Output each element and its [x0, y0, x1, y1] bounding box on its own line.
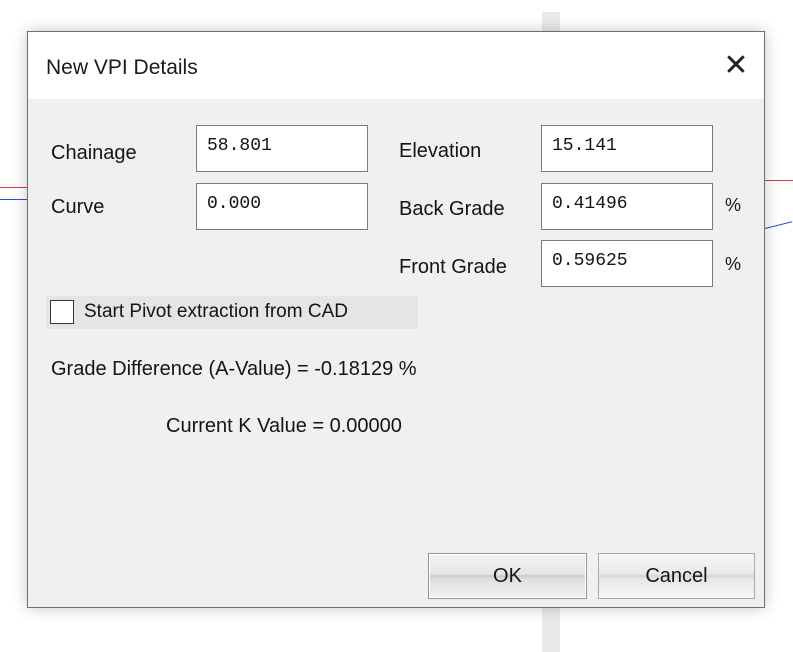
front-grade-field[interactable]: 0.59625 [541, 240, 713, 287]
back-grade-unit: % [725, 195, 742, 215]
dialog-title: New VPI Details [46, 56, 198, 79]
close-icon[interactable]: ✕ [718, 48, 754, 84]
new-vpi-dialog: New VPI Details ✕ Chainage 58.801 Curve … [27, 31, 765, 608]
chainage-field[interactable]: 58.801 [196, 125, 368, 172]
canvas-blue-line-left [0, 199, 30, 200]
elevation-field[interactable]: 15.141 [541, 125, 713, 172]
curve-field[interactable]: 0.000 [196, 183, 368, 230]
start-pivot-checkbox[interactable] [50, 300, 74, 324]
back-grade-field[interactable]: 0.41496 [541, 183, 713, 230]
screen: New VPI Details ✕ Chainage 58.801 Curve … [0, 0, 793, 652]
canvas-blue-line-right [764, 221, 793, 229]
start-pivot-checkbox-label: Start Pivot extraction from CAD [84, 301, 348, 322]
canvas-red-line-right [765, 180, 793, 181]
grade-difference-text: Grade Difference (A-Value) = -0.18129 % [51, 358, 417, 380]
front-grade-unit: % [725, 254, 742, 274]
canvas-red-line-left [0, 187, 30, 188]
chainage-label: Chainage [51, 142, 137, 164]
current-k-value-text: Current K Value = 0.00000 [166, 415, 402, 437]
start-pivot-checkbox-row[interactable]: Start Pivot extraction from CAD [46, 296, 418, 329]
elevation-label: Elevation [399, 140, 482, 162]
ok-button[interactable]: OK [428, 553, 587, 599]
front-grade-label: Front Grade [399, 256, 507, 278]
curve-label: Curve [51, 196, 105, 218]
title-bar: New VPI Details ✕ [28, 32, 764, 99]
back-grade-label: Back Grade [399, 198, 505, 220]
cancel-button[interactable]: Cancel [598, 553, 755, 599]
